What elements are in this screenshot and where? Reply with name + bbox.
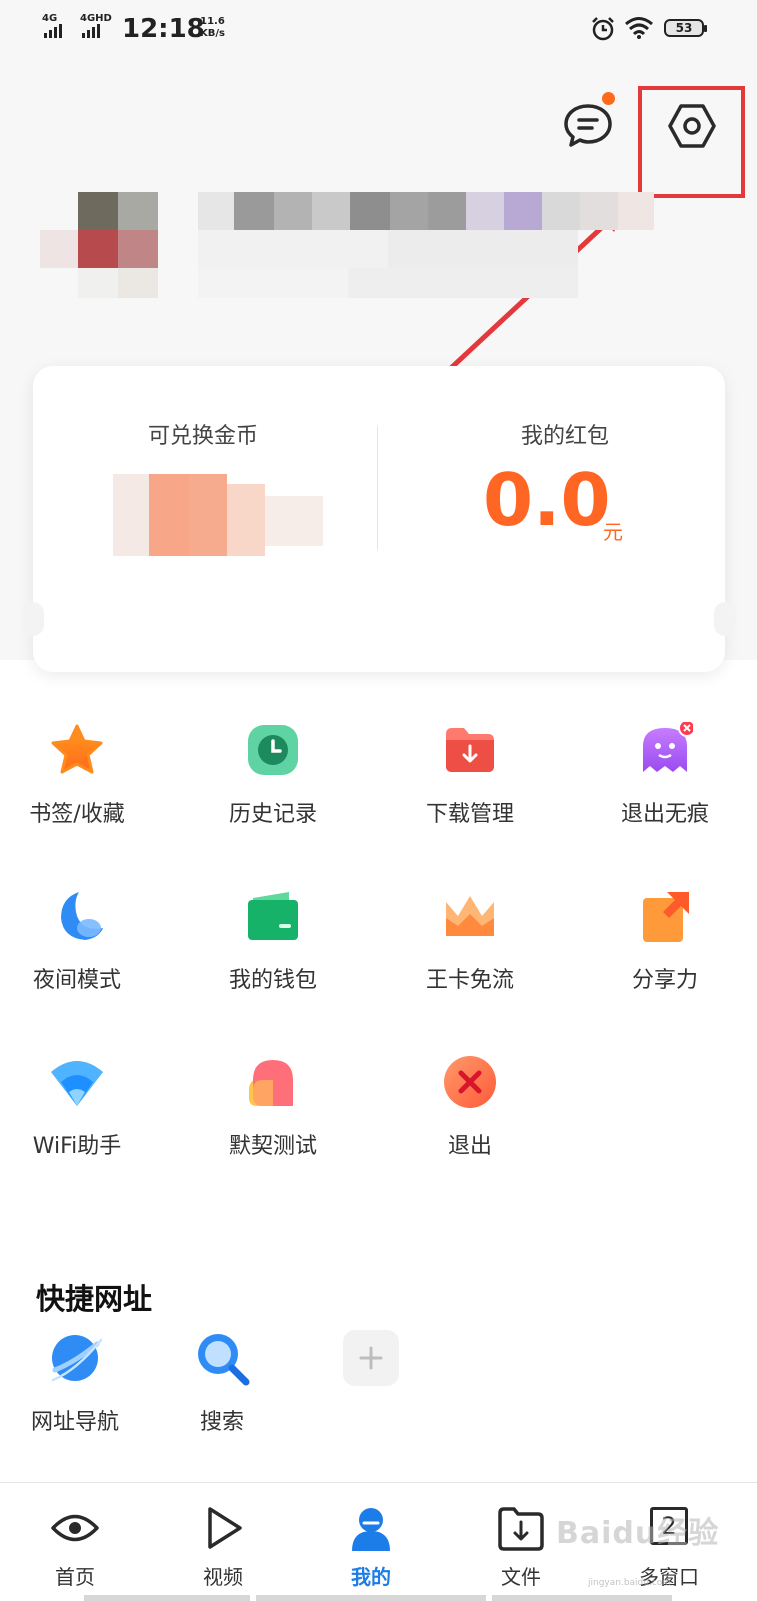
add-icon <box>343 1330 399 1386</box>
heart-icon <box>249 1060 293 1106</box>
coins-label: 可兑换金币 <box>147 424 258 449</box>
redpacket-value[interactable]: 0.0 <box>483 460 611 540</box>
feature-label: 退出 <box>447 1134 492 1159</box>
card-divider <box>377 426 378 550</box>
watermark-url: jingyan.baidu.com <box>588 1578 672 1588</box>
nav-video[interactable]: 视频 <box>148 1483 298 1601</box>
nav-indicator-segment <box>492 1595 672 1601</box>
file-download-icon <box>498 1507 544 1551</box>
feature-label: 王卡免流 <box>425 968 514 993</box>
feature-label: 书签/收藏 <box>29 802 125 827</box>
clock-icon <box>248 725 298 775</box>
crown-icon <box>446 896 494 936</box>
feature-label: 我的钱包 <box>228 968 317 993</box>
feature-share[interactable]: 分享力 <box>590 888 740 1008</box>
profile-icon <box>352 1508 390 1551</box>
card-notch-right <box>714 602 736 636</box>
feature-night-mode[interactable]: 夜间模式 <box>2 888 152 1008</box>
wifi-icon <box>51 1061 103 1106</box>
nav-label: 首页 <box>55 1565 95 1589</box>
feature-label: 分享力 <box>631 968 698 993</box>
planet-icon <box>51 1335 103 1382</box>
nav-label: 文件 <box>501 1565 541 1589</box>
redpacket-unit: 元 <box>603 520 623 544</box>
star-icon <box>51 724 103 774</box>
feature-exit-incognito[interactable]: 退出无痕 <box>590 722 740 842</box>
nav-label: 视频 <box>203 1565 243 1589</box>
card-notch-left <box>22 602 44 636</box>
feature-bookmarks[interactable]: 书签/收藏 <box>2 722 152 842</box>
download-folder-icon <box>446 728 494 772</box>
shortcuts-title: 快捷网址 <box>36 1282 153 1316</box>
nav-label: 我的 <box>351 1565 391 1589</box>
search-icon <box>198 1334 250 1386</box>
shortcut-add[interactable] <box>296 1330 446 1450</box>
shortcut-label: 网址导航 <box>30 1410 119 1435</box>
feature-label: 下载管理 <box>425 802 514 827</box>
shortcut-search[interactable]: 搜索 <box>147 1330 297 1450</box>
ghost-icon <box>643 722 693 772</box>
nav-mine[interactable]: 我的 <box>296 1483 446 1601</box>
feature-label: 默契测试 <box>228 1134 317 1159</box>
feature-kingcard[interactable]: 王卡免流 <box>395 888 545 1008</box>
feature-wallet[interactable]: 我的钱包 <box>198 888 348 1008</box>
feature-downloads[interactable]: 下载管理 <box>395 722 545 842</box>
eye-icon <box>51 1514 99 1542</box>
exit-x-icon <box>444 1056 496 1108</box>
redpacket-label: 我的红包 <box>520 424 609 449</box>
watermark: Baidu经验 <box>556 1516 720 1551</box>
rewards-card: 可兑换金币 我的红包 0.0 元 <box>22 366 736 672</box>
shortcut-label: 搜索 <box>199 1410 244 1435</box>
feature-wifi-assistant[interactable]: WiFi助手 <box>2 1054 152 1174</box>
feature-history[interactable]: 历史记录 <box>198 722 348 842</box>
feature-label: 退出无痕 <box>620 802 709 827</box>
coins-value[interactable] <box>113 474 333 556</box>
nav-indicator-segment <box>84 1595 250 1601</box>
share-icon <box>643 892 689 942</box>
nav-indicator-segment <box>256 1595 486 1601</box>
moon-icon <box>61 892 103 940</box>
feature-tacit-test[interactable]: 默契测试 <box>198 1054 348 1174</box>
user-name[interactable] <box>198 192 670 304</box>
wallet-icon <box>248 892 298 940</box>
nav-home[interactable]: 首页 <box>0 1483 150 1601</box>
play-icon <box>208 1507 242 1549</box>
avatar[interactable] <box>40 192 158 304</box>
feature-exit[interactable]: 退出 <box>395 1054 545 1174</box>
feature-label: WiFi助手 <box>32 1134 122 1159</box>
feature-label: 夜间模式 <box>32 968 121 993</box>
shortcut-url-navigation[interactable]: 网址导航 <box>0 1330 150 1450</box>
feature-label: 历史记录 <box>228 802 317 827</box>
